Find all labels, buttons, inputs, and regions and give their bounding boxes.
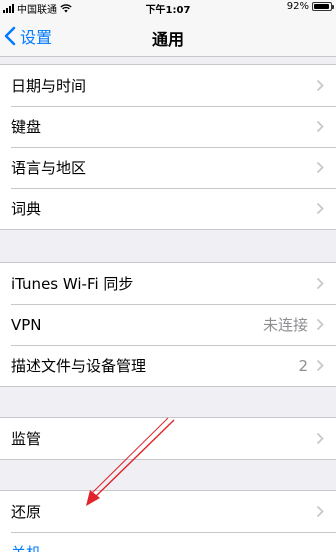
section-datetime-group: 日期与时间 键盘 语言与地区 词典 [0, 64, 336, 230]
settings-general-page: 中国联通 下午1:07 92% 设置 通用 日期与时间 键盘 语言与地区 词典 … [0, 0, 336, 552]
row-dictionary[interactable]: 词典 [0, 188, 336, 229]
chevron-right-icon [316, 432, 324, 445]
chevron-right-icon [316, 120, 324, 133]
status-right: 92% [286, 1, 334, 12]
row-label: 日期与时间 [11, 77, 87, 95]
navigation-bar: 设置 通用 [0, 14, 336, 57]
chevron-right-icon [316, 359, 324, 372]
battery-percent: 92% [286, 1, 309, 12]
row-date-time[interactable]: 日期与时间 [0, 65, 336, 106]
chevron-right-icon [316, 277, 324, 290]
row-label: VPN [11, 315, 42, 334]
chevron-right-icon [316, 202, 324, 215]
row-label: 词典 [11, 200, 42, 218]
shut-down-label: 关机 [11, 542, 324, 552]
row-profiles-device-management[interactable]: 描述文件与设备管理 2 [0, 345, 336, 386]
battery-level [314, 4, 329, 9]
row-label: iTunes Wi-Fi 同步 [11, 275, 134, 293]
row-reset[interactable]: 还原 [0, 491, 336, 532]
vpn-status-value: 未连接 [262, 316, 308, 334]
profiles-count-value: 2 [298, 356, 308, 375]
chevron-right-icon [316, 318, 324, 331]
row-shut-down[interactable]: 关机 [0, 532, 336, 552]
battery-icon [312, 2, 334, 11]
row-label: 键盘 [11, 118, 42, 136]
row-vpn[interactable]: VPN 未连接 [0, 304, 336, 345]
chevron-right-icon [316, 505, 324, 518]
row-label: 还原 [11, 503, 42, 521]
section-sync-group: iTunes Wi-Fi 同步 VPN 未连接 描述文件与设备管理 2 [0, 262, 336, 387]
row-supervision[interactable]: 监管 [0, 418, 336, 459]
row-label: 描述文件与设备管理 [11, 357, 147, 375]
chevron-right-icon [316, 161, 324, 174]
row-keyboard[interactable]: 键盘 [0, 106, 336, 147]
section-reset-group: 还原 关机 [0, 490, 336, 552]
status-bar: 中国联通 下午1:07 92% [0, 0, 336, 16]
section-supervision-group: 监管 [0, 417, 336, 460]
row-label: 语言与地区 [11, 159, 87, 177]
page-title: 通用 [151, 30, 184, 49]
row-itunes-wifi-sync[interactable]: iTunes Wi-Fi 同步 [0, 263, 336, 304]
chevron-right-icon [316, 79, 324, 92]
row-label: 监管 [11, 430, 42, 448]
row-language-region[interactable]: 语言与地区 [0, 147, 336, 188]
